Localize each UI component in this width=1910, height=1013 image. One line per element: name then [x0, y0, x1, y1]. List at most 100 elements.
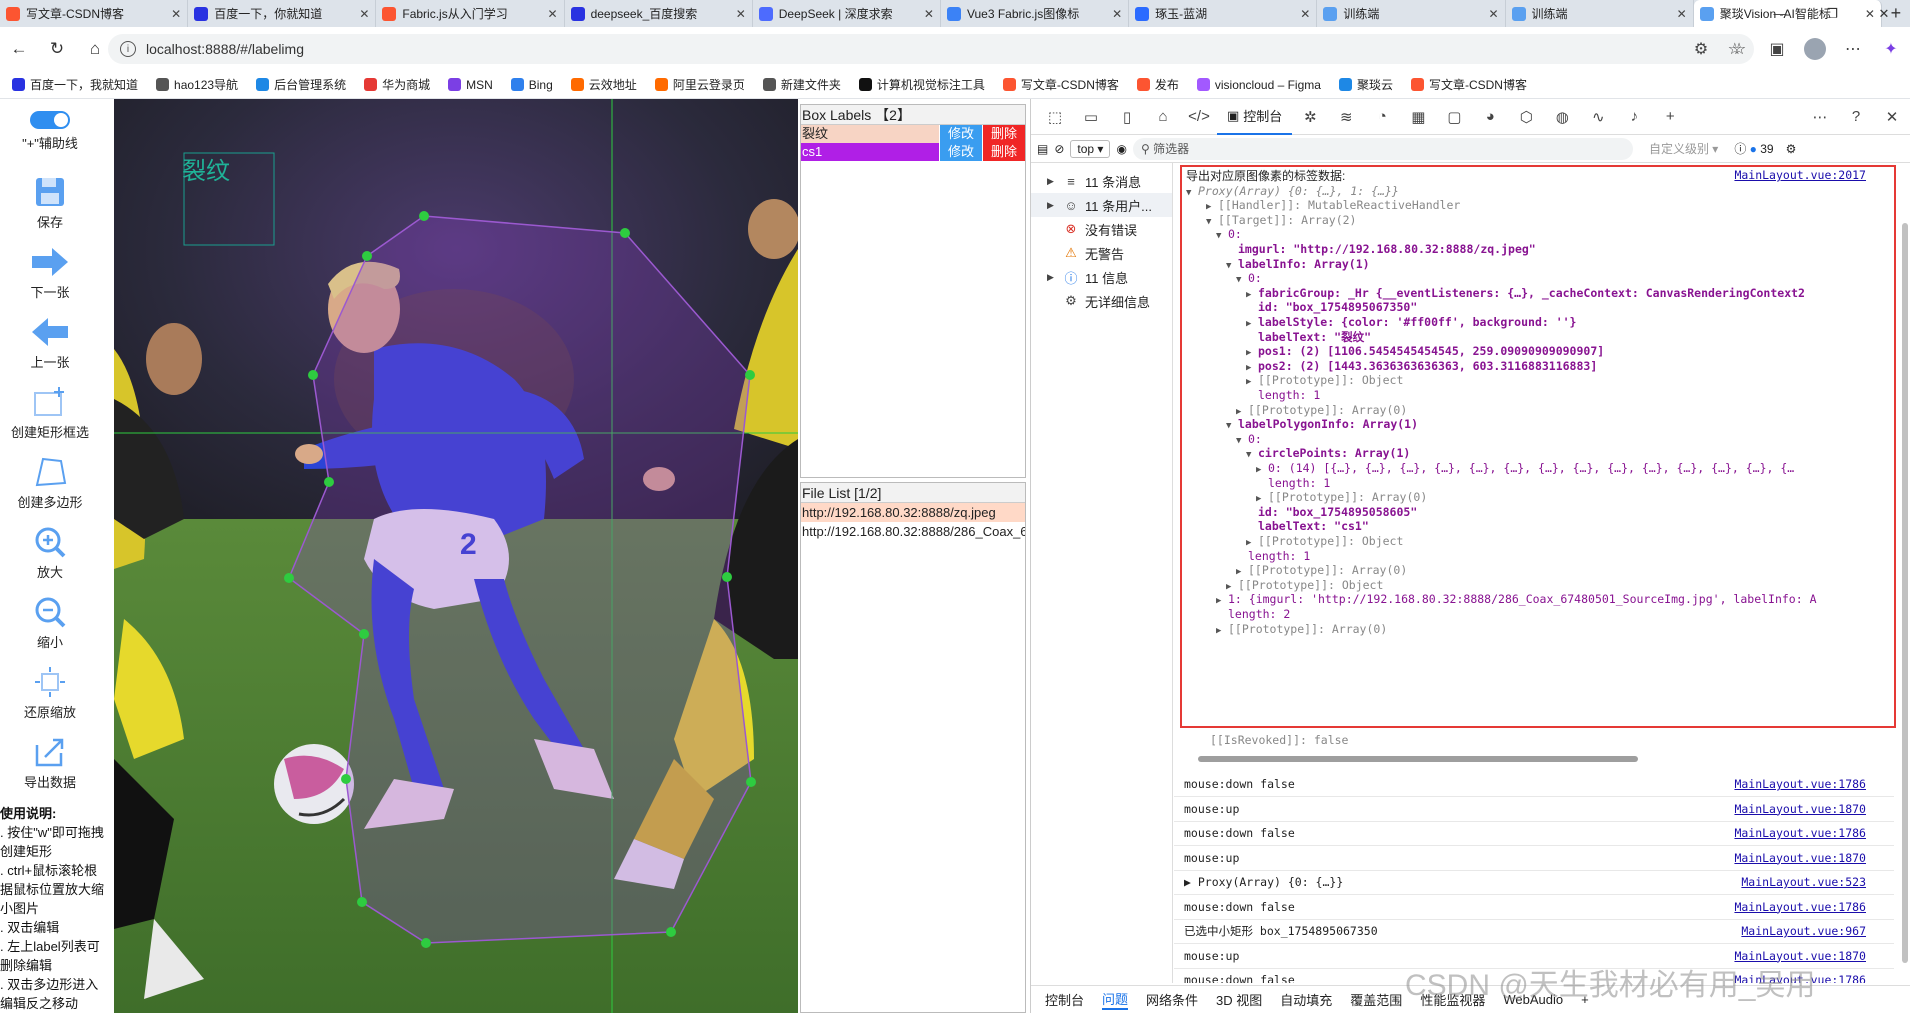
- label-list-item[interactable]: 裂纹 修改 删除: [801, 125, 1025, 143]
- label-list-item[interactable]: cs1 修改 删除: [801, 143, 1025, 161]
- collections-icon[interactable]: ▣: [1758, 39, 1796, 59]
- file-list-item[interactable]: http://192.168.80.32:8888/286_Coax_67480…: [801, 522, 1025, 541]
- console-sidebar-item[interactable]: ⊗ 没有错误: [1031, 217, 1172, 241]
- object-tree-line[interactable]: ▶ 1: {imgurl: 'http://192.168.80.32:8888/…: [1216, 590, 1817, 608]
- source-link[interactable]: MainLayout.vue:1786: [1734, 773, 1866, 795]
- delete-label-button[interactable]: 删除: [983, 143, 1025, 161]
- console-output[interactable]: 导出对应原图像素的标签数据: ▼ Proxy(Array) {0: {…}, 1: …: [1174, 163, 1910, 983]
- bookmark-item[interactable]: 计算机视觉标注工具: [851, 76, 995, 93]
- delete-label-button[interactable]: 删除: [983, 125, 1025, 143]
- minimize-icon[interactable]: —: [1754, 0, 1806, 27]
- performance-icon[interactable]: ◔: [1364, 99, 1400, 135]
- drawer-tab[interactable]: 网络条件: [1146, 990, 1198, 1009]
- console-sidebar-item[interactable]: ⚠ 无警告: [1031, 241, 1172, 265]
- extensions-icon[interactable]: ⚙: [1682, 39, 1720, 59]
- close-tab-icon[interactable]: ✕: [171, 7, 181, 21]
- favorites-icon[interactable]: ☆: [1720, 39, 1758, 59]
- url-input[interactable]: i localhost:8888/#/labelimg ☆: [108, 34, 1754, 64]
- console-log-row[interactable]: 已选中小矩形 box_1754895067350 MainLayout.vue:9…: [1174, 920, 1894, 944]
- bookmark-item[interactable]: 聚琰云: [1331, 76, 1403, 93]
- zoom-in-button[interactable]: 放大: [0, 525, 100, 581]
- export-data-button[interactable]: 导出数据: [0, 735, 100, 791]
- create-polygon-button[interactable]: 创建多边形: [0, 455, 100, 511]
- canvas-image[interactable]: 2 裂纹: [114, 99, 798, 1013]
- source-link[interactable]: MainLayout.vue:1786: [1734, 822, 1866, 844]
- audio-speaker-icon[interactable]: ♪: [1616, 99, 1652, 135]
- source-link[interactable]: MainLayout.vue:1870: [1734, 847, 1866, 869]
- sources-bug-icon[interactable]: ✲: [1292, 99, 1328, 135]
- console-sidebar-item[interactable]: ▶ ☺ 11 条用户...: [1031, 193, 1172, 217]
- browser-tab[interactable]: 训练端 ✕: [1317, 0, 1506, 27]
- label-name[interactable]: cs1: [801, 143, 939, 161]
- browser-tab[interactable]: 训练端 ✕: [1506, 0, 1694, 27]
- issues-badge[interactable]: ⓘ ● 39: [1734, 140, 1773, 157]
- console-log-row[interactable]: mouse:down false MainLayout.vue:1786: [1174, 896, 1894, 920]
- inspect-element-icon[interactable]: ⬚: [1037, 99, 1073, 135]
- bookmark-item[interactable]: 写文章-CSDN博客: [1403, 76, 1537, 93]
- console-sidebar-item[interactable]: ▶ ⓘ 11 信息: [1031, 265, 1172, 289]
- close-tab-icon[interactable]: ✕: [548, 7, 558, 21]
- help-icon[interactable]: ?: [1838, 99, 1874, 135]
- browser-tab[interactable]: DeepSeek | 深度求索 ✕: [753, 0, 941, 27]
- source-link[interactable]: MainLayout.vue:1786: [1734, 896, 1866, 918]
- console-settings-icon[interactable]: ⚙: [1786, 142, 1797, 156]
- live-expression-icon[interactable]: ◉: [1116, 142, 1126, 156]
- object-tree-line[interactable]: ▶ 0: (14) [{…}, {…}, {…}, {…}, {…}, {…}, …: [1256, 459, 1794, 477]
- vertical-scroll-thumb[interactable]: [1902, 223, 1908, 963]
- context-select[interactable]: top ▾: [1070, 139, 1111, 158]
- horizontal-scrollbar[interactable]: [1184, 753, 1884, 765]
- more-options-icon[interactable]: ⋯: [1802, 99, 1838, 135]
- bookmark-item[interactable]: Bing: [503, 78, 563, 92]
- dock-icon[interactable]: ▯: [1109, 99, 1145, 135]
- browser-tab[interactable]: Vue3 Fabric.js图像标 ✕: [941, 0, 1130, 27]
- clear-console-icon[interactable]: ⊘: [1054, 142, 1064, 156]
- vertical-scrollbar[interactable]: [1900, 163, 1910, 983]
- prev-image-button[interactable]: 上一张: [0, 315, 100, 371]
- console-sidebar-item[interactable]: ⚙ 无详细信息: [1031, 289, 1172, 313]
- sidebar-toggle-icon[interactable]: ▤: [1037, 142, 1048, 156]
- site-info-icon[interactable]: i: [120, 41, 136, 57]
- network-wifi-icon[interactable]: ≋: [1328, 99, 1364, 135]
- browser-tab[interactable]: deepseek_百度搜索 ✕: [565, 0, 753, 27]
- welcome-home-icon[interactable]: ⌂: [1145, 99, 1181, 135]
- filter-input[interactable]: ⚲ 筛选器: [1132, 137, 1633, 160]
- bookmark-item[interactable]: 写文章-CSDN博客: [995, 76, 1129, 93]
- source-link[interactable]: MainLayout.vue:1870: [1734, 798, 1866, 820]
- browser-tab[interactable]: Fabric.js从入门学习 ✕: [376, 0, 565, 27]
- device-toggle-icon[interactable]: ▭: [1073, 99, 1109, 135]
- log-level-select[interactable]: 自定义级别 ▾: [1639, 140, 1728, 157]
- zoom-out-button[interactable]: 缩小: [0, 595, 100, 651]
- profile-avatar[interactable]: [1804, 38, 1826, 60]
- reset-zoom-button[interactable]: 还原缩放: [0, 665, 100, 721]
- maximize-icon[interactable]: ❐: [1806, 0, 1858, 27]
- toggle-switch-icon[interactable]: [30, 111, 70, 129]
- label-name[interactable]: 裂纹: [801, 125, 939, 143]
- browser-tab[interactable]: 琢玉-蓝湖 ✕: [1129, 0, 1318, 27]
- bookmark-item[interactable]: 云效地址: [563, 76, 647, 93]
- bookmark-item[interactable]: 后台管理系统: [248, 76, 356, 93]
- bookmark-item[interactable]: 百度一下，我就知道: [4, 76, 148, 93]
- annotation-canvas[interactable]: 2 裂纹: [114, 99, 798, 1013]
- memory-chip-icon[interactable]: ▦: [1400, 99, 1436, 135]
- edit-label-button[interactable]: 修改: [940, 125, 982, 143]
- horizontal-scroll-thumb[interactable]: [1198, 756, 1638, 762]
- console-log-row[interactable]: mouse:down false MainLayout.vue:1786: [1174, 822, 1894, 846]
- console-log-row[interactable]: mouse:up MainLayout.vue:1870: [1174, 847, 1894, 871]
- copilot-icon[interactable]: ✦: [1872, 39, 1910, 59]
- bookmark-item[interactable]: 发布: [1129, 76, 1189, 93]
- add-tool-icon[interactable]: +: [1652, 99, 1688, 135]
- close-tab-icon[interactable]: ✕: [1112, 7, 1122, 21]
- browser-tab[interactable]: 百度一下，你就知道 ✕: [188, 0, 377, 27]
- close-devtools-icon[interactable]: ✕: [1874, 99, 1910, 135]
- close-tab-icon[interactable]: ✕: [924, 7, 934, 21]
- elements-icon[interactable]: </>: [1181, 99, 1217, 135]
- console-log-row[interactable]: ▶ Proxy(Array) {0: {…}} MainLayout.vue:52…: [1174, 871, 1894, 895]
- console-log-row[interactable]: mouse:up MainLayout.vue:1870: [1174, 798, 1894, 822]
- close-tab-icon[interactable]: ✕: [1677, 7, 1687, 21]
- close-tab-icon[interactable]: ✕: [359, 7, 369, 21]
- close-window-icon[interactable]: ✕: [1858, 0, 1910, 27]
- back-icon[interactable]: ←: [0, 27, 38, 71]
- create-rect-button[interactable]: 创建矩形框选: [0, 385, 100, 441]
- perf-monitor-icon[interactable]: ∿: [1580, 99, 1616, 135]
- tab-console[interactable]: ▣ 控制台: [1217, 99, 1293, 135]
